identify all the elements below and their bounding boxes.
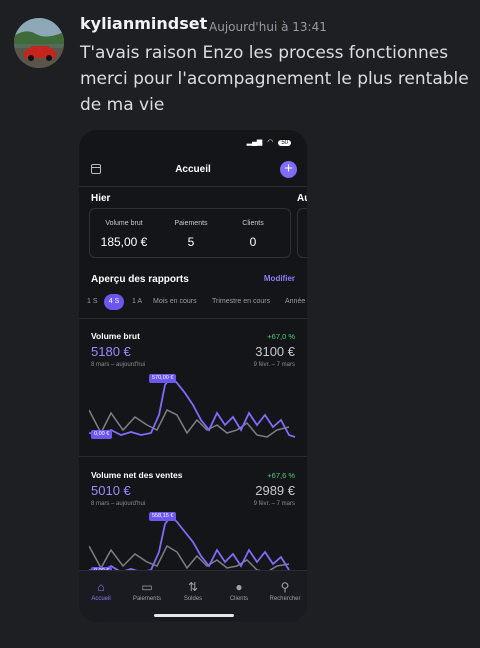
tab-year[interactable]: Année	[285, 298, 305, 305]
nav-customers[interactable]: ● Clients	[219, 580, 259, 602]
stat-value: 5	[187, 235, 195, 249]
nav-label: Clients	[229, 596, 249, 602]
stat-value: 185,00 €	[100, 235, 148, 249]
tab-1a[interactable]: 1 A	[132, 298, 142, 305]
change-badge: +67,0 %	[267, 332, 295, 341]
status-bar: ▂▄▆ ◠ 50	[247, 138, 291, 146]
peak-tooltip: 558,15 €	[149, 512, 177, 521]
message-timestamp: Aujourd'hui à 13:41	[209, 20, 327, 34]
battery-icon: 50	[278, 140, 291, 146]
nav-home[interactable]: ⌂ Accueil	[81, 580, 121, 602]
avatar[interactable]	[14, 18, 64, 68]
nav-label: Accueil	[91, 596, 111, 602]
gross-volume-chart	[89, 375, 296, 438]
message-author[interactable]: kylianmindset	[80, 14, 207, 33]
current-value: 5010 €	[91, 483, 131, 498]
yesterday-card[interactable]: Volume brut 185,00 € Paiements 5 Clients…	[89, 208, 291, 258]
nav-label: Rechercher	[269, 596, 301, 602]
divider	[79, 318, 307, 319]
stat-label: Clients	[242, 220, 264, 227]
baseline-label: 0,00 €	[91, 430, 113, 439]
transfer-icon: ⇅	[187, 580, 199, 594]
chart-title: Volume net des ventes	[91, 470, 183, 480]
yesterday-heading: Hier	[91, 193, 111, 204]
peak-tooltip: 570,00 €	[149, 374, 177, 383]
card-icon: ▭	[141, 580, 153, 594]
wifi-icon: ◠	[267, 139, 274, 146]
next-card-heading: Au	[297, 193, 307, 204]
net-sales-chart	[89, 514, 290, 570]
modify-link[interactable]: Modifier	[264, 274, 295, 283]
nav-label: Soldes	[183, 596, 203, 602]
compare-value: 2989 €	[255, 483, 295, 498]
nav-search[interactable]: ⚲ Rechercher	[265, 580, 305, 602]
user-icon: ●	[235, 580, 243, 594]
tab-4s[interactable]: 4 S	[104, 294, 124, 310]
current-period-line	[89, 375, 296, 438]
nav-label: Paiements	[132, 596, 162, 602]
tab-current-quarter[interactable]: Trimestre en cours	[212, 298, 270, 305]
chart-title: Volume brut	[91, 331, 140, 341]
compare-period: 9 févr. – 7 mars	[253, 501, 295, 507]
add-button[interactable]: +	[280, 161, 297, 178]
home-icon: ⌂	[97, 580, 105, 594]
screenshot-attachment[interactable]: ▂▄▆ ◠ 50 Accueil + Hier Au Volume brut 1…	[79, 130, 307, 622]
current-value: 5180 €	[91, 344, 131, 359]
next-card[interactable]	[297, 208, 307, 258]
page-title: Accueil	[175, 164, 211, 175]
nav-payments[interactable]: ▭ Paiements	[127, 580, 167, 602]
tab-1s[interactable]: 1 S	[87, 298, 98, 305]
current-period: 8 mars – aujourd'hui	[91, 362, 146, 368]
compare-value: 3100 €	[255, 344, 295, 359]
message-text: T'avais raison Enzo les process fonction…	[80, 43, 469, 115]
home-indicator	[154, 614, 234, 617]
change-badge: +67,6 %	[267, 471, 295, 480]
signal-icon: ▂▄▆	[246, 139, 263, 146]
divider	[79, 456, 307, 457]
stat-value: 0	[249, 235, 257, 249]
compare-period: 9 févr. – 7 mars	[253, 362, 295, 368]
search-icon: ⚲	[280, 580, 290, 594]
tab-current-month[interactable]: Mois en cours	[153, 298, 197, 305]
divider	[79, 186, 307, 187]
stat-label: Paiements	[174, 220, 208, 227]
current-period: 8 mars – aujourd'hui	[91, 501, 146, 507]
stat-label: Volume brut	[105, 220, 143, 227]
previous-period-line	[89, 544, 290, 570]
reports-heading: Aperçu des rapports	[91, 274, 189, 285]
nav-balances[interactable]: ⇅ Soldes	[173, 580, 213, 602]
